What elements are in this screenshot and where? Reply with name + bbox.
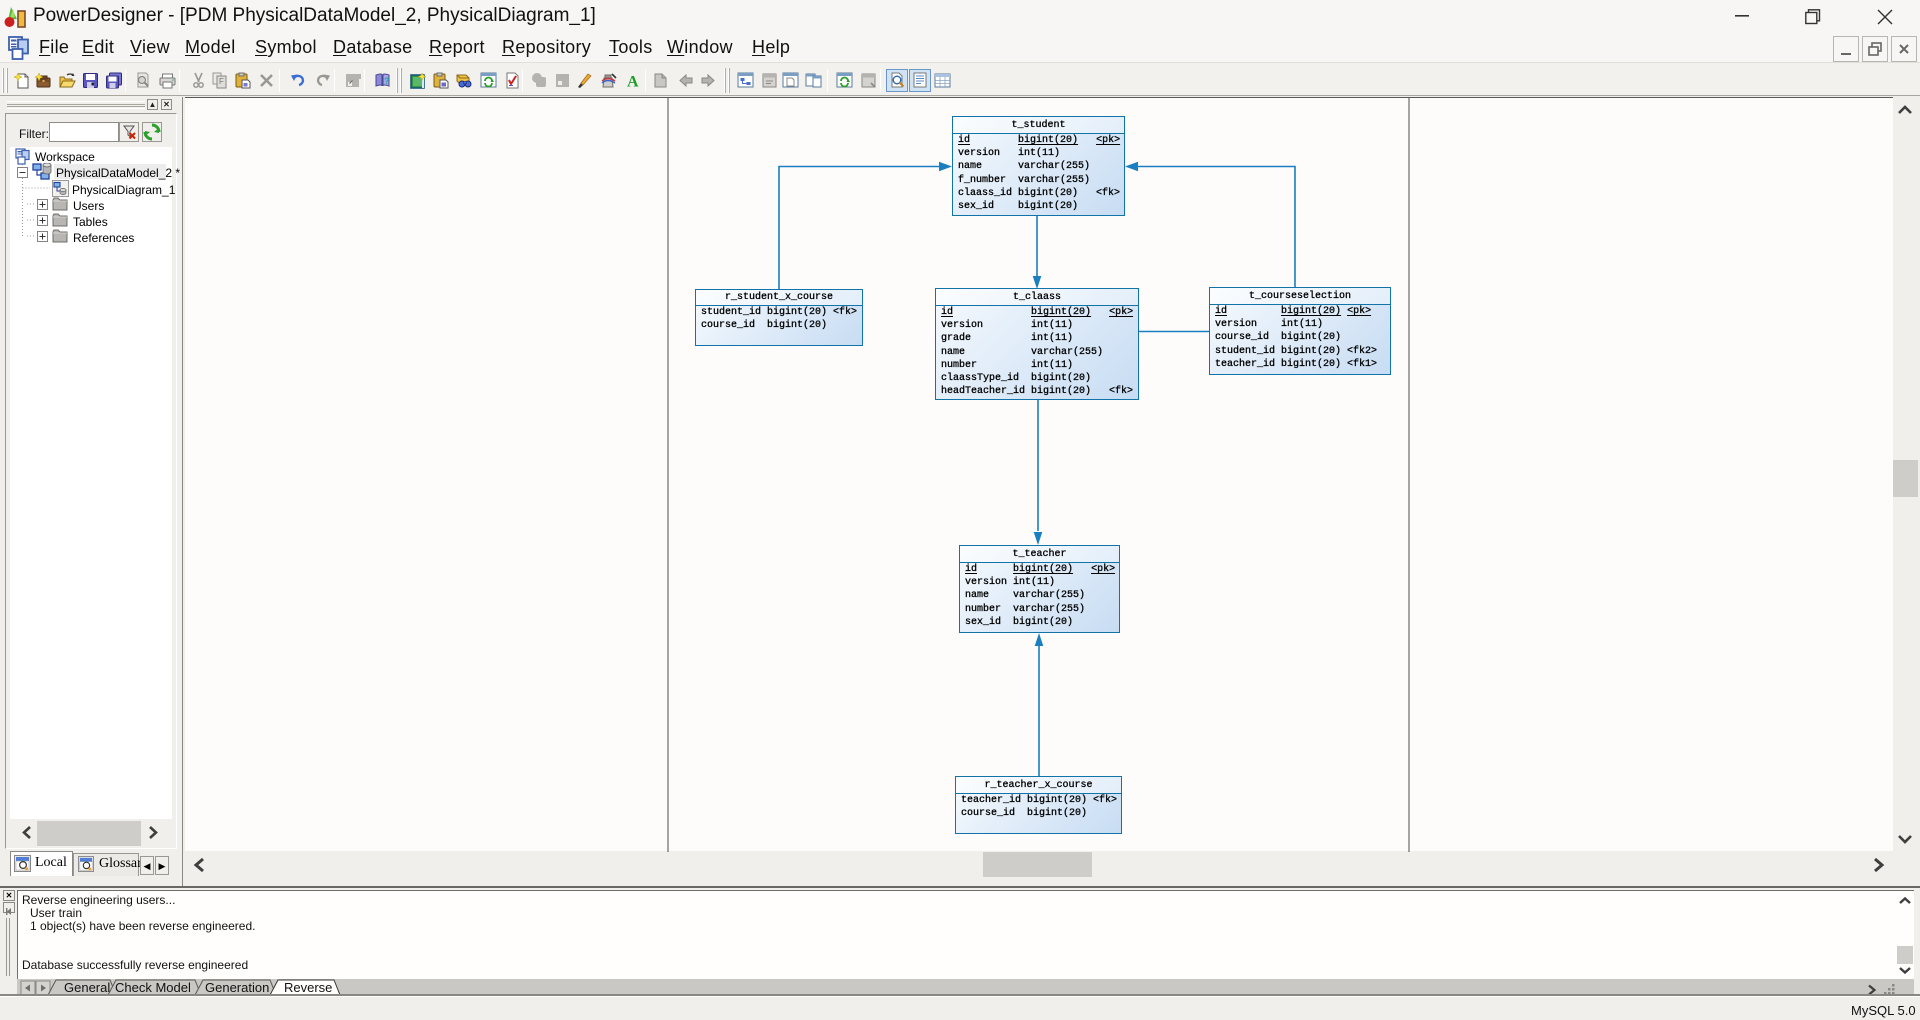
svg-text:Check Model: Check Model — [115, 980, 191, 995]
svg-text:F: F — [219, 77, 224, 86]
svg-text:A: A — [627, 74, 639, 90]
svg-text:?: ? — [384, 76, 390, 86]
svg-text:Generation: Generation — [205, 980, 269, 995]
svg-text:General: General — [64, 980, 110, 995]
svg-text:Reverse: Reverse — [284, 980, 332, 995]
